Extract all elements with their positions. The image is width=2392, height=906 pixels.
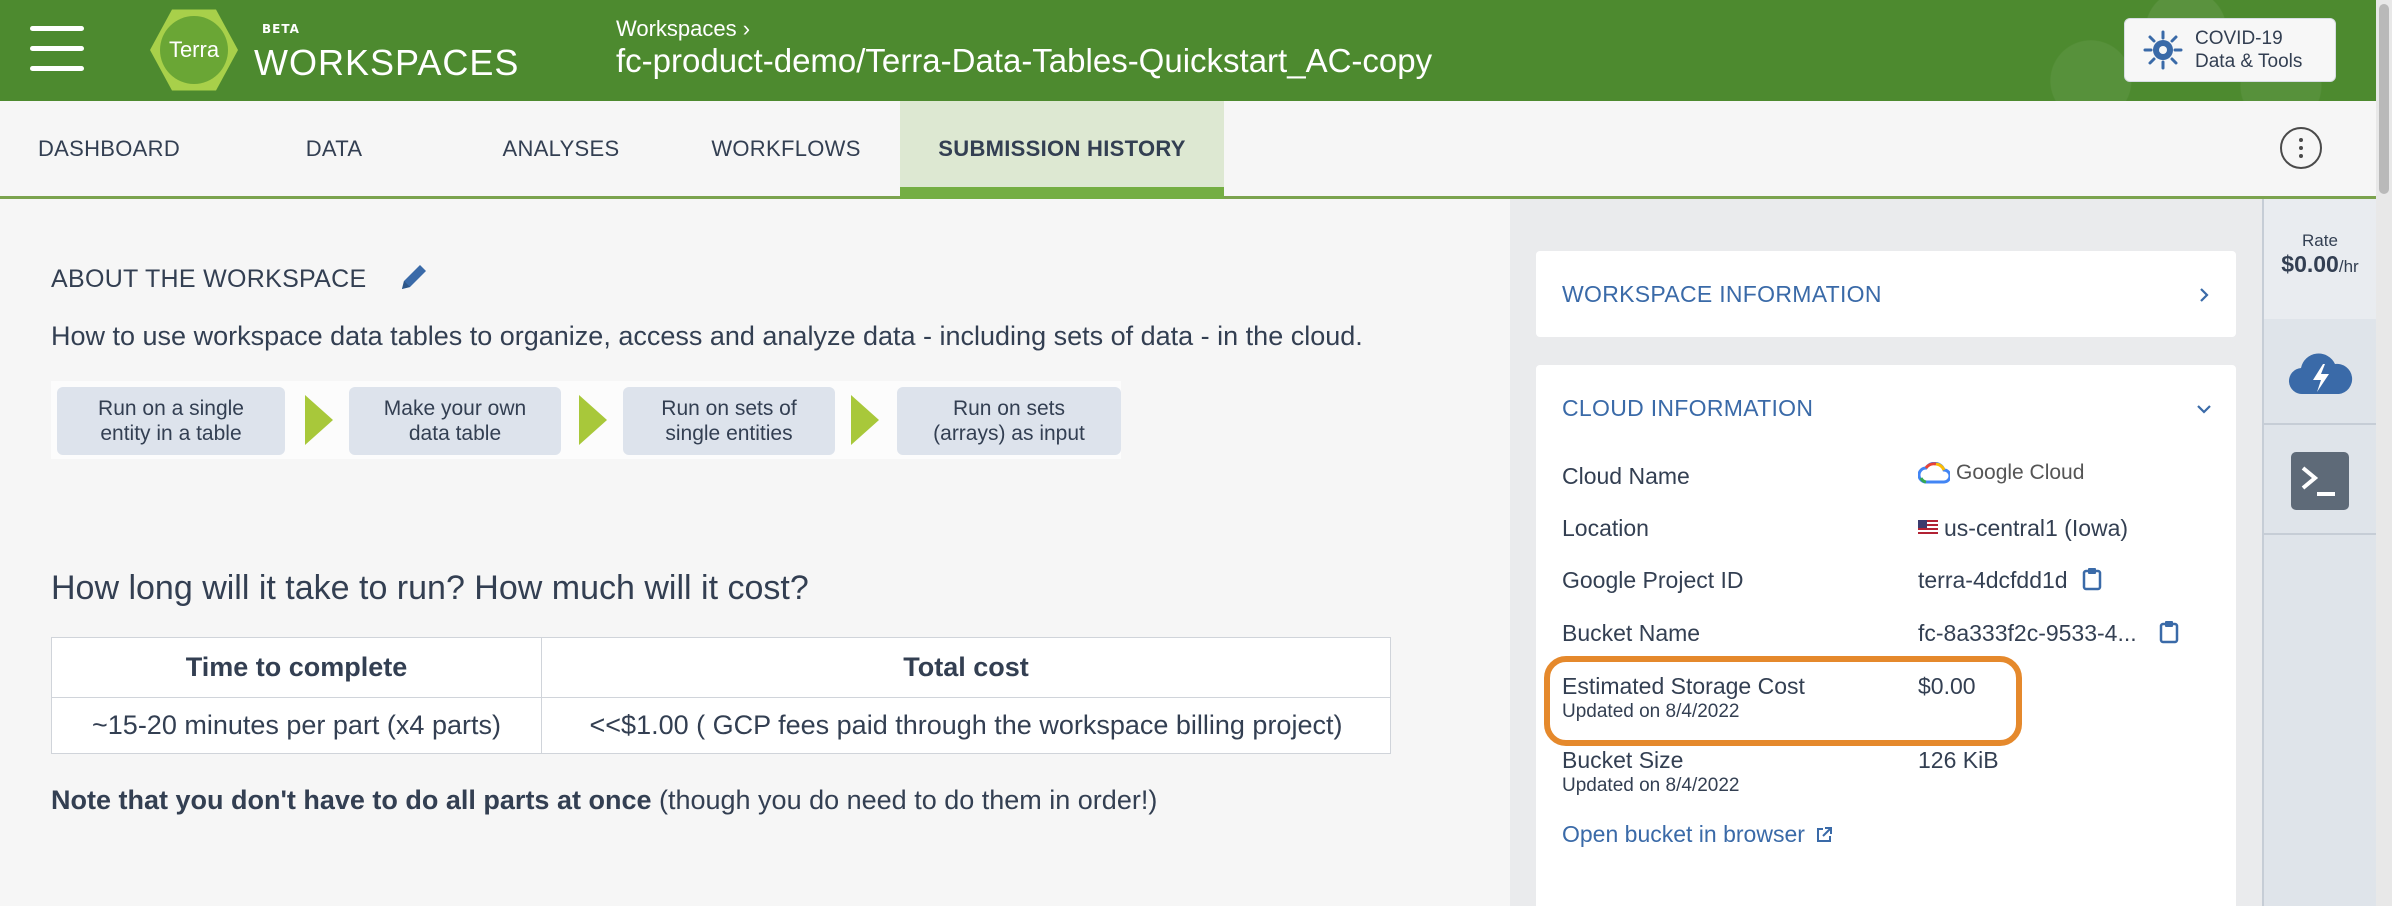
external-link-icon <box>1817 827 1833 842</box>
tab-analyses[interactable]: ANALYSES <box>450 101 672 196</box>
google-cloud-logo: Google Cloud <box>1918 461 2084 485</box>
covid-data-tools-button[interactable]: COVID-19 Data & Tools <box>2124 18 2336 82</box>
open-bucket-link[interactable]: Open bucket in browser <box>1562 821 1833 848</box>
tab-submission-history[interactable]: SUBMISSION HISTORY <box>900 101 1224 199</box>
table-header: Time to complete <box>51 637 542 698</box>
page-scrollbar[interactable] <box>2376 0 2392 906</box>
more-options-icon[interactable] <box>2280 127 2322 169</box>
about-title: ABOUT THE WORKSPACE <box>51 265 367 293</box>
time-cost-heading: How long will it take to run? How much w… <box>51 569 809 607</box>
beta-label: BETA <box>262 22 300 36</box>
tab-dashboard[interactable]: DASHBOARD <box>0 101 218 196</box>
project-id-label: Google Project ID <box>1562 567 1744 593</box>
workspace-tabs: DASHBOARD DATA ANALYSES WORKFLOWS SUBMIS… <box>0 101 2376 199</box>
tab-workflows[interactable]: WORKFLOWS <box>672 101 900 196</box>
step-arrow <box>579 395 607 445</box>
cost-table: Time to complete Total cost ~15-20 minut… <box>51 637 1391 754</box>
location-label: Location <box>1562 515 1649 541</box>
workspace-dashboard: ABOUT THE WORKSPACE How to use workspace… <box>0 199 1510 906</box>
rate-label: Rate <box>2302 231 2338 250</box>
brand-title[interactable]: WORKSPACES <box>254 42 519 84</box>
workspace-information-card[interactable]: WORKSPACE INFORMATION <box>1536 251 2236 337</box>
covid-line1: COVID-19 <box>2195 28 2283 49</box>
step-1: Run on a single entity in a table <box>57 387 285 455</box>
pencil-icon[interactable] <box>398 261 430 293</box>
bucket-name-value: fc-8a333f2c-9533-4... <box>1918 620 2179 647</box>
step-arrow <box>305 395 333 445</box>
project-id-value: terra-4dcfdd1d <box>1918 567 2102 594</box>
right-rail: Rate $0.00/hr <box>2262 199 2376 906</box>
step-arrow <box>851 395 879 445</box>
workspace-description: How to use workspace data tables to orga… <box>51 321 1363 351</box>
terminal-button[interactable] <box>2264 425 2376 537</box>
top-bar: Terra BETA WORKSPACES Workspaces › fc-pr… <box>0 0 2376 101</box>
step-3: Run on sets of single entities <box>623 387 835 455</box>
cloud-lightning-icon <box>2288 353 2353 395</box>
step-4: Run on sets (arrays) as input <box>897 387 1121 455</box>
hamburger-menu-icon[interactable] <box>30 26 84 72</box>
rate-value: $0.00 <box>2281 251 2339 277</box>
cloud-information-title[interactable]: CLOUD INFORMATION <box>1562 395 1813 422</box>
cloud-information-card: CLOUD INFORMATION Cloud Name Google Clou… <box>1536 365 2236 906</box>
table-header: Total cost <box>541 637 1391 698</box>
bucket-name-label: Bucket Name <box>1562 620 1701 646</box>
workspace-information-title[interactable]: WORKSPACE INFORMATION <box>1562 281 1882 308</box>
workspace-info-panel: WORKSPACE INFORMATION CLOUD INFORMATION … <box>1510 199 2262 906</box>
bucket-size-value: 126 KiB <box>1918 747 1999 773</box>
workspace-title: fc-product-demo/Terra-Data-Tables-Quicks… <box>616 42 1433 79</box>
step-2: Make your own data table <box>349 387 561 455</box>
clipboard-icon[interactable] <box>2159 620 2179 644</box>
cloud-name-label: Cloud Name <box>1562 463 1690 489</box>
storage-cost-highlight <box>1544 656 2022 746</box>
clipboard-icon[interactable] <box>2082 567 2102 591</box>
scrollbar-thumb[interactable] <box>2379 4 2389 194</box>
table-cell: <<$1.00 ( GCP fees paid through the work… <box>541 697 1391 754</box>
table-row: ~15-20 minutes per part (x4 parts) <<$1.… <box>51 697 1391 754</box>
bucket-size-label: Bucket Size <box>1562 747 1684 773</box>
cloud-name-value: Google Cloud <box>1956 461 2085 484</box>
virus-icon <box>2143 30 2183 70</box>
chevron-down-icon[interactable] <box>2196 401 2212 417</box>
chevron-right-icon[interactable] <box>2196 287 2212 303</box>
google-cloud-icon <box>1918 462 1950 484</box>
breadcrumb[interactable]: Workspaces › <box>616 16 750 42</box>
location-value: us-central1 (Iowa) <box>1918 515 2128 542</box>
terminal-icon <box>2291 452 2349 510</box>
covid-line2: Data & Tools <box>2195 51 2303 72</box>
tab-data[interactable]: DATA <box>218 101 450 196</box>
cost-rate-display: Rate $0.00/hr <box>2264 199 2376 319</box>
us-flag-icon <box>1918 520 1938 534</box>
bucket-size-updated: Updated on 8/4/2022 <box>1562 775 1740 796</box>
cloud-environment-button[interactable] <box>2264 319 2376 431</box>
rate-unit: /hr <box>2338 257 2359 276</box>
note-text: Note that you don't have to do all parts… <box>51 785 1158 815</box>
table-cell: ~15-20 minutes per part (x4 parts) <box>51 697 542 754</box>
terra-logo[interactable]: Terra <box>150 6 238 94</box>
workflow-steps-graphic: Run on a single entity in a table Make yo… <box>51 381 1121 459</box>
